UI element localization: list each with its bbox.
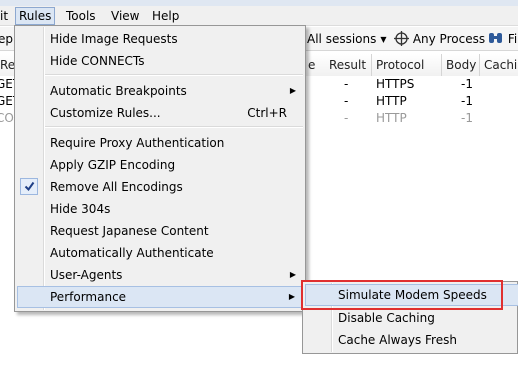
menu-item-hide-304s[interactable]: Hide 304s (17, 198, 303, 220)
any-process-label: Any Process (412, 32, 486, 46)
menu-item-hide-image-requests[interactable]: Hide Image Requests (17, 28, 303, 50)
menu-item-label: Hide CONNECTs (50, 54, 145, 68)
menu-item-label: Customize Rules... (50, 106, 161, 120)
menu-item-label: Hide 304s (50, 202, 111, 216)
menu-item-performance[interactable]: Performance ▶ (17, 286, 303, 308)
menu-item-label: Apply GZIP Encoding (50, 158, 176, 172)
any-process-button[interactable]: Any Process (394, 30, 485, 48)
menu-bar: it Rules Tools View Help (0, 6, 518, 26)
dropdown-arrow-icon: ▼ (380, 35, 387, 44)
menu-tools[interactable]: Tools (63, 7, 99, 25)
menu-item-user-agents[interactable]: User-Agents ▶ (17, 264, 303, 286)
session-body: -1 (461, 77, 473, 91)
checkmark-icon (20, 178, 38, 195)
menu-item-label: Automatic Breakpoints (50, 84, 187, 98)
session-body: -1 (461, 94, 473, 108)
session-result: - (344, 94, 349, 108)
session-result: - (344, 111, 349, 125)
menu-item-shortcut: Ctrl+R (247, 106, 287, 120)
menu-item-customize-rules[interactable]: Customize Rules... Ctrl+R (17, 102, 303, 124)
menu-item-label: Remove All Encodings (50, 180, 183, 194)
session-protocol: HTTPS (376, 77, 415, 91)
menu-item-disable-caching[interactable]: Disable Caching (305, 307, 518, 329)
menu-item-label: Performance (50, 290, 127, 304)
menu-item-hide-connects[interactable]: Hide CONNECTs (17, 50, 303, 72)
menu-separator (45, 126, 303, 128)
session-protocol: HTTP (376, 94, 407, 108)
menu-item-label: User-Agents (50, 268, 123, 282)
submenu-arrow-icon: ▶ (288, 292, 295, 301)
menu-item-apply-gzip[interactable]: Apply GZIP Encoding (17, 154, 303, 176)
menu-item-label: Request Japanese Content (50, 224, 209, 238)
session-body: -1 (461, 111, 473, 125)
submenu-arrow-icon: ▶ (289, 270, 296, 279)
session-result: - (344, 77, 349, 91)
menu-item-label: Automatically Authenticate (50, 246, 214, 260)
menu-item-request-japanese[interactable]: Request Japanese Content (17, 220, 303, 242)
menu-item-label: Disable Caching (338, 311, 435, 325)
menu-item-cache-always-fresh[interactable]: Cache Always Fresh (305, 329, 518, 351)
sessions-filter-label: All sessions (307, 32, 377, 46)
column-header-body[interactable]: Body (442, 54, 480, 76)
column-header-protocol[interactable]: Protocol (372, 54, 442, 76)
menu-item-label: Require Proxy Authentication (50, 136, 225, 150)
sessions-filter-dropdown[interactable]: All sessions ▼ (307, 30, 387, 48)
menu-separator (45, 74, 303, 76)
rules-menu: Hide Image Requests Hide CONNECTs Automa… (14, 25, 306, 312)
column-header-result[interactable]: Result (325, 54, 372, 76)
menu-item-automatic-breakpoints[interactable]: Automatic Breakpoints ▶ (17, 80, 303, 102)
menu-rules[interactable]: Rules (15, 7, 56, 25)
menu-help[interactable]: Help (149, 7, 182, 25)
menu-item-require-proxy-auth[interactable]: Require Proxy Authentication (17, 132, 303, 154)
find-button[interactable]: Fi (488, 30, 517, 48)
submenu-arrow-icon: ▶ (289, 86, 296, 95)
menu-item-label: Cache Always Fresh (338, 333, 457, 347)
highlight-annotation-box (301, 280, 503, 310)
menu-edit[interactable]: it (0, 7, 11, 25)
find-label-fragment: Fi (507, 32, 518, 46)
menu-item-label: Hide Image Requests (50, 32, 178, 46)
session-protocol: HTTP (376, 111, 407, 125)
menu-view[interactable]: View (108, 7, 142, 25)
column-header-caching[interactable]: Cachi (480, 54, 518, 76)
menu-item-auto-authenticate[interactable]: Automatically Authenticate (17, 242, 303, 264)
crosshair-icon (394, 31, 409, 46)
column-header-host-fragment[interactable]: e (304, 54, 326, 76)
menu-item-remove-all-encodings[interactable]: Remove All Encodings (17, 176, 303, 198)
binoculars-icon (488, 31, 504, 45)
